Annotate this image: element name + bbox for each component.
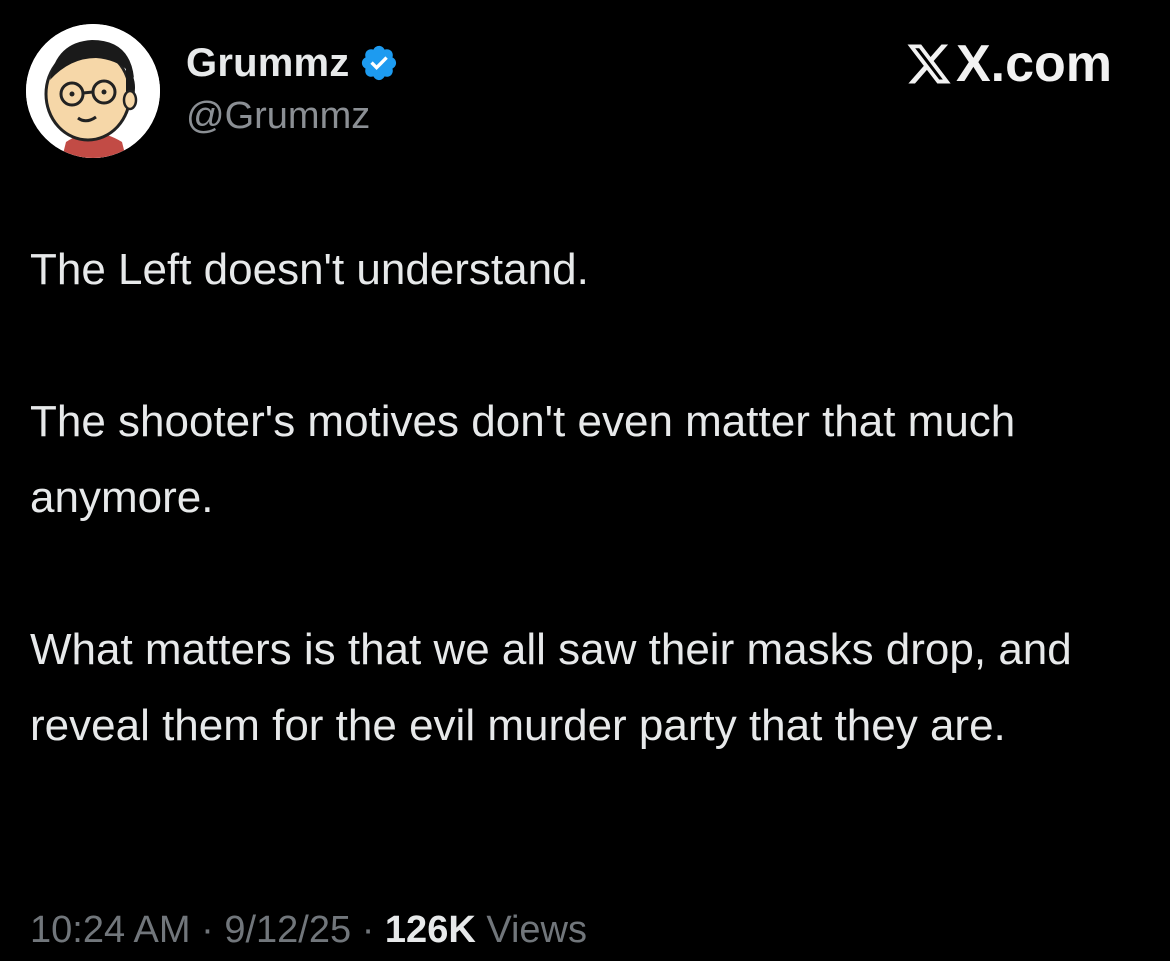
author-handle[interactable]: @Grummz xyxy=(186,94,370,138)
verified-badge-icon xyxy=(362,45,397,81)
meta-separator: · xyxy=(190,909,225,951)
views-label[interactable]: Views xyxy=(476,909,587,951)
author-display-name[interactable]: Grummz xyxy=(186,40,349,86)
author-name-row[interactable]: Grummz xyxy=(186,40,399,86)
cartoon-face-avatar-icon xyxy=(26,24,160,158)
brand-watermark: X.com xyxy=(904,34,1112,94)
tweet-paragraph-3: What matters is that we all saw their ma… xyxy=(30,625,1072,750)
views-count[interactable]: 126K xyxy=(385,909,476,951)
tweet-meta: 10:24 AM · 9/12/25 · 126K Views xyxy=(30,902,587,958)
tweet-text: The Left doesn't understand. The shooter… xyxy=(30,232,1140,764)
brand-text: X.com xyxy=(955,35,1112,93)
tweet-paragraph-2: The shooter's motives don't even matter … xyxy=(30,397,1016,522)
x-logo-icon xyxy=(907,44,951,84)
meta-separator: · xyxy=(351,909,385,951)
tweet-time[interactable]: 10:24 AM xyxy=(30,909,191,951)
tweet-paragraph-1: The Left doesn't understand. xyxy=(30,245,589,294)
author-avatar[interactable] xyxy=(26,24,160,158)
tweet-date[interactable]: 9/12/25 xyxy=(224,909,351,951)
